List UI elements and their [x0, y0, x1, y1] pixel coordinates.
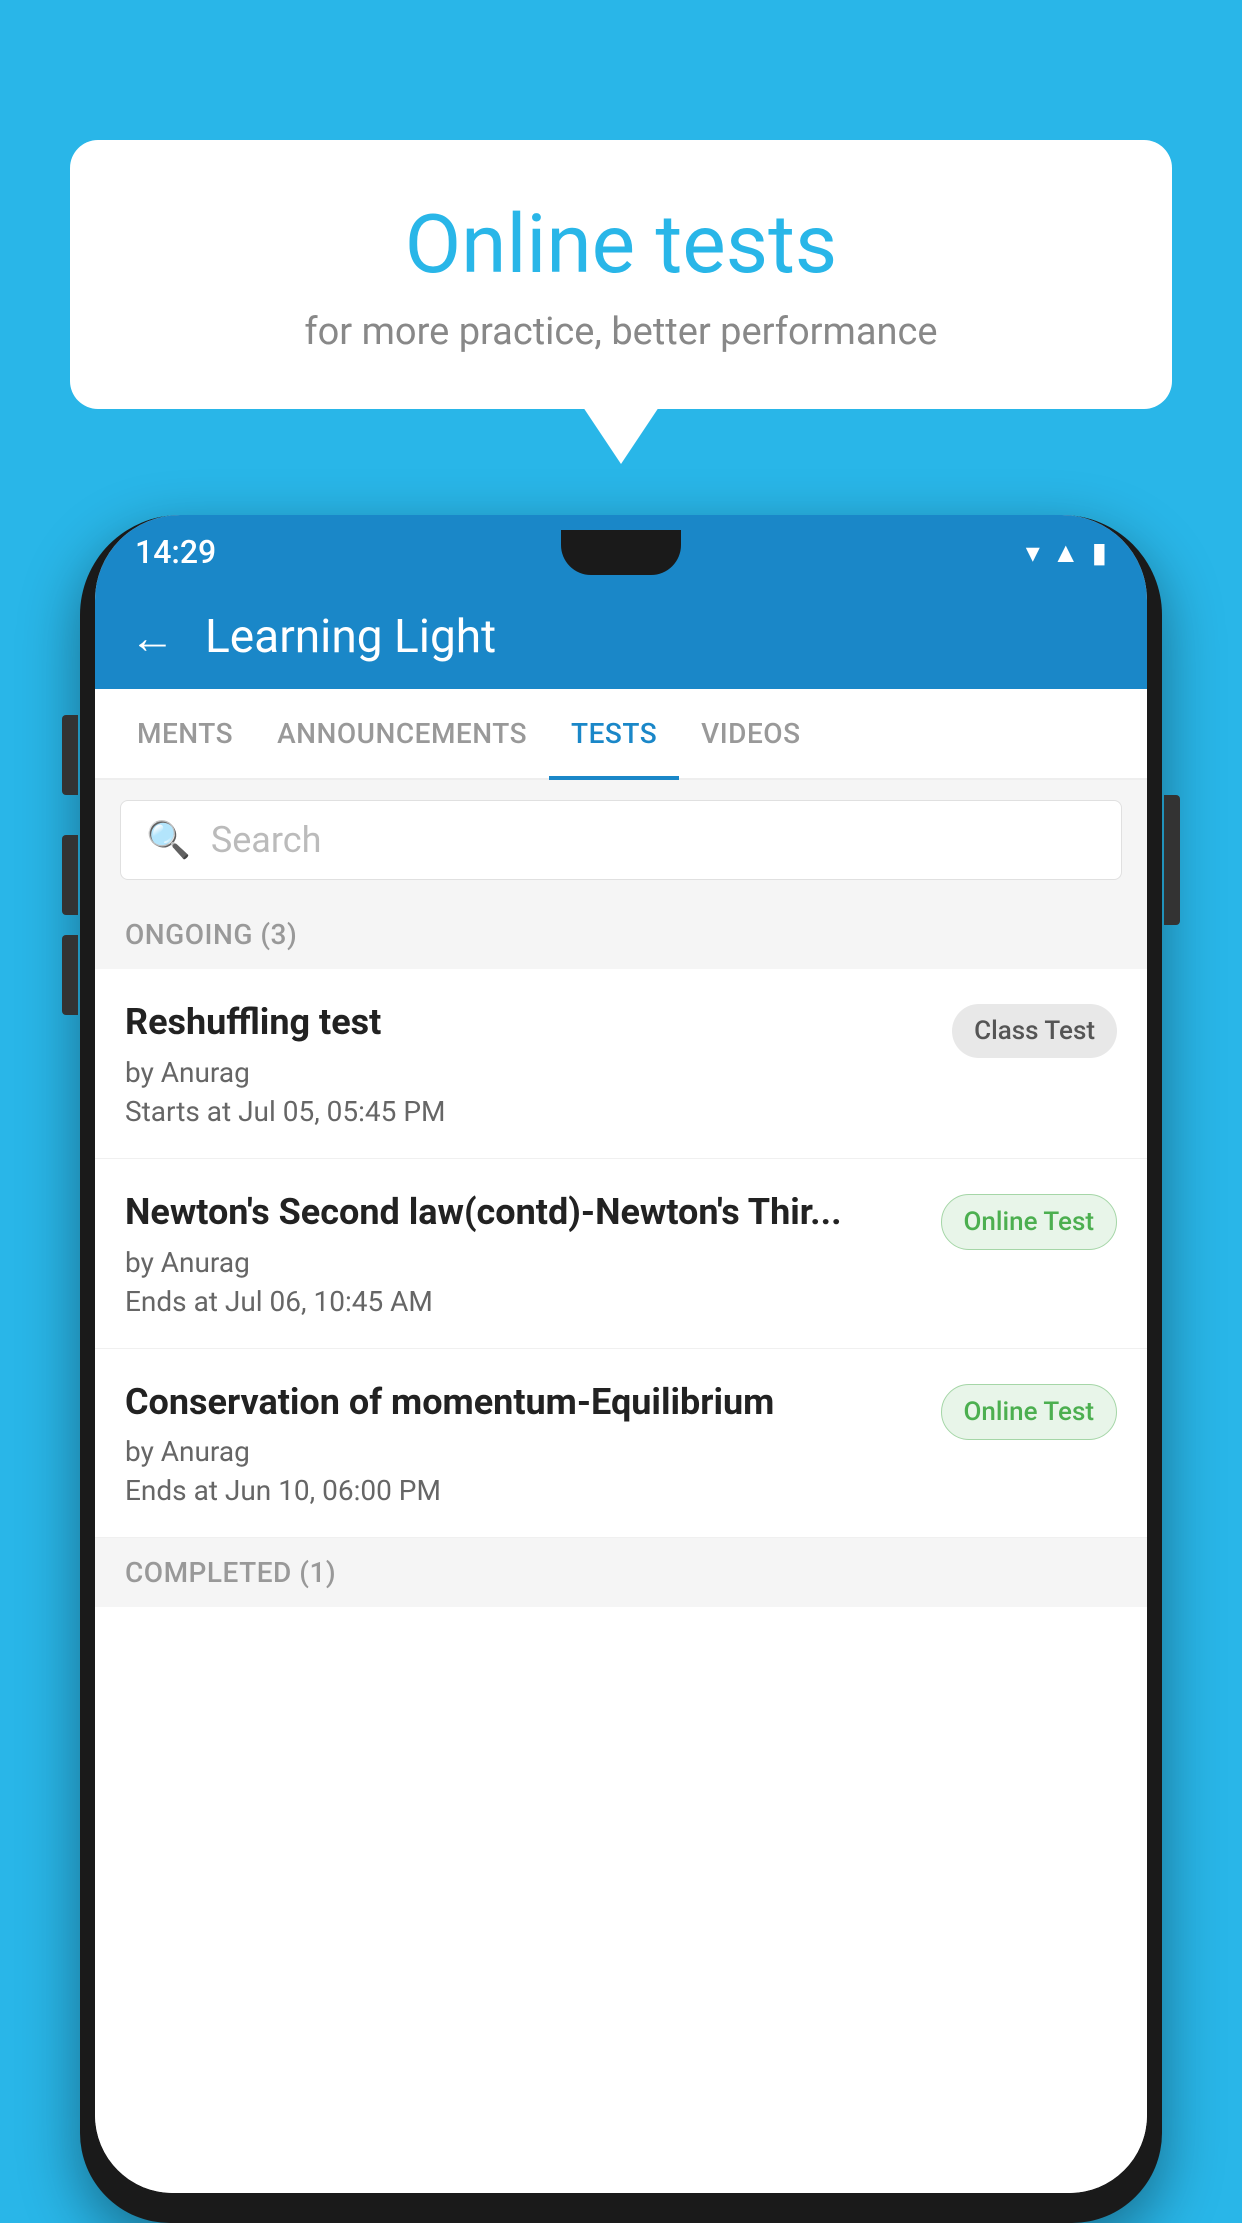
promo-bubble: Online tests for more practice, better p…: [70, 140, 1172, 409]
test-item[interactable]: Conservation of momentum-Equilibrium by …: [95, 1349, 1147, 1539]
bubble-card: Online tests for more practice, better p…: [70, 140, 1172, 409]
search-icon: 🔍: [146, 819, 191, 861]
search-input[interactable]: Search: [211, 819, 322, 861]
test-name: Newton's Second law(contd)-Newton's Thir…: [125, 1189, 921, 1236]
phone-notch: [561, 530, 681, 575]
phone-screen: 14:29 ▾ ▲ ▮ ← Learning Light MENTS ANNOU…: [95, 515, 1147, 2193]
test-list: Reshuffling test by Anurag Starts at Jul…: [95, 969, 1147, 2193]
test-name: Conservation of momentum-Equilibrium: [125, 1379, 921, 1426]
status-icons: ▾ ▲ ▮: [1026, 536, 1107, 569]
bubble-title: Online tests: [120, 200, 1122, 290]
phone-frame: 14:29 ▾ ▲ ▮ ← Learning Light MENTS ANNOU…: [80, 515, 1162, 2223]
search-area: 🔍 Search: [95, 780, 1147, 900]
app-title: Learning Light: [205, 610, 496, 664]
tab-tests[interactable]: TESTS: [549, 689, 679, 778]
test-info: Conservation of momentum-Equilibrium by …: [125, 1379, 941, 1508]
ongoing-section-header: ONGOING (3): [95, 900, 1147, 969]
status-time: 14:29: [135, 533, 216, 571]
tab-videos[interactable]: VIDEOS: [679, 689, 822, 778]
test-info: Newton's Second law(contd)-Newton's Thir…: [125, 1189, 941, 1318]
test-date: Ends at Jul 06, 10:45 AM: [125, 1285, 921, 1318]
app-header: ← Learning Light: [95, 585, 1147, 689]
back-button[interactable]: ←: [130, 611, 175, 664]
test-date: Starts at Jul 05, 05:45 PM: [125, 1095, 932, 1128]
test-item[interactable]: Newton's Second law(contd)-Newton's Thir…: [95, 1159, 1147, 1349]
wifi-icon: ▾: [1026, 536, 1040, 569]
test-info: Reshuffling test by Anurag Starts at Jul…: [125, 999, 952, 1128]
test-item[interactable]: Reshuffling test by Anurag Starts at Jul…: [95, 969, 1147, 1159]
test-author: by Anurag: [125, 1056, 932, 1089]
search-box[interactable]: 🔍 Search: [120, 800, 1122, 880]
bubble-subtitle: for more practice, better performance: [120, 310, 1122, 354]
test-badge-online: Online Test: [941, 1384, 1118, 1440]
test-badge-online: Online Test: [941, 1194, 1118, 1250]
signal-icon: ▲: [1052, 536, 1080, 569]
test-name: Reshuffling test: [125, 999, 932, 1046]
test-author: by Anurag: [125, 1435, 921, 1468]
test-date: Ends at Jun 10, 06:00 PM: [125, 1474, 921, 1507]
test-badge-class: Class Test: [952, 1004, 1117, 1058]
tab-bar: MENTS ANNOUNCEMENTS TESTS VIDEOS: [95, 689, 1147, 780]
completed-section-header: COMPLETED (1): [95, 1538, 1147, 1607]
tab-announcements[interactable]: ANNOUNCEMENTS: [255, 689, 549, 778]
test-author: by Anurag: [125, 1246, 921, 1279]
battery-icon: ▮: [1092, 536, 1107, 569]
tab-ments[interactable]: MENTS: [115, 689, 255, 778]
phone-mockup: 14:29 ▾ ▲ ▮ ← Learning Light MENTS ANNOU…: [80, 500, 1162, 2208]
